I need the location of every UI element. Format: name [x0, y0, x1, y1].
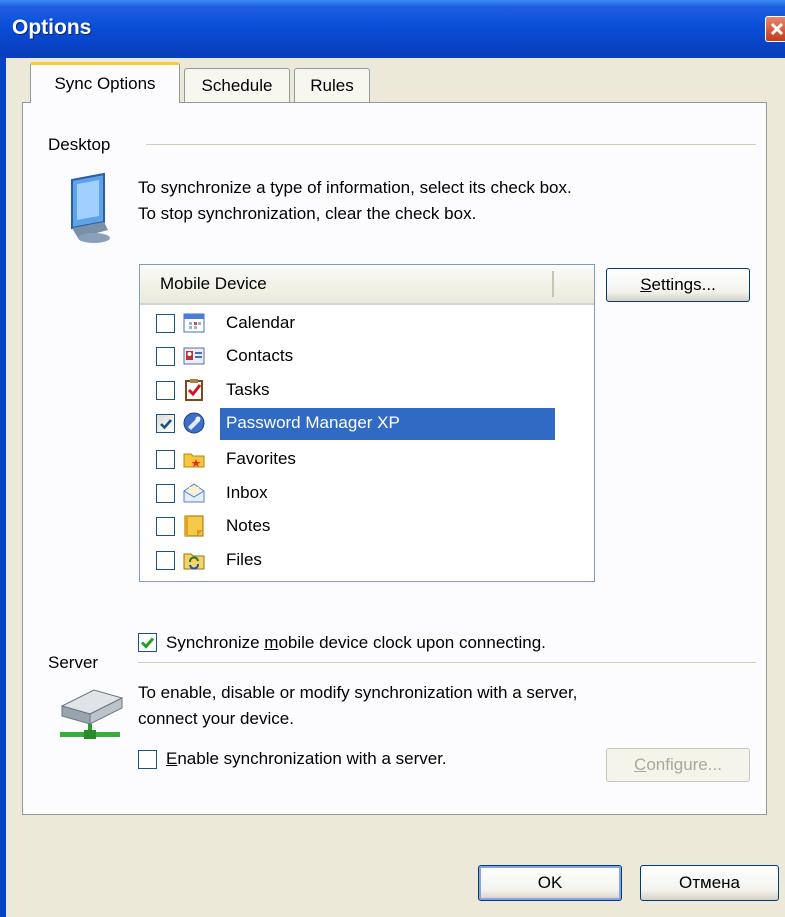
list-item-label: Files	[226, 550, 262, 569]
list-header-label: Mobile Device	[160, 274, 267, 293]
list-item-notes[interactable]: Notes	[156, 512, 576, 542]
label-accelerator: E	[166, 749, 178, 768]
network-server-icon	[54, 680, 126, 751]
password-manager-icon	[183, 412, 205, 434]
button-label-accelerator: S	[640, 275, 652, 294]
label-accelerator: m	[264, 633, 279, 652]
list-item-label: Password Manager XP	[226, 413, 400, 432]
header-separator	[552, 271, 554, 297]
list-item-label: Favorites	[226, 449, 296, 468]
list-item-label: Calendar	[226, 313, 295, 332]
button-label-post: ettings...	[651, 275, 716, 294]
list-header[interactable]: Mobile Device	[140, 265, 594, 305]
files-icon	[183, 549, 205, 571]
label-post: obile device clock upon connecting.	[278, 633, 546, 652]
panel-content: Desktop To synchronize a type of informa…	[0, 0, 785, 917]
settings-button[interactable]: Settings...	[606, 268, 750, 302]
desktop-instructions-line1: To synchronize a type of information, se…	[138, 178, 572, 197]
list-item-contacts[interactable]: Contacts	[156, 342, 576, 372]
server-instructions-line1: To enable, disable or modify synchroniza…	[138, 683, 578, 702]
list-item-label: Notes	[226, 516, 271, 535]
checkbox[interactable]	[156, 551, 175, 570]
server-instructions-line2: connect your device.	[138, 709, 294, 728]
ok-button[interactable]: OK	[478, 865, 622, 901]
calendar-icon	[183, 312, 205, 334]
list-item-tasks[interactable]: Tasks	[156, 376, 576, 406]
contacts-icon	[183, 345, 205, 367]
button-label: OK	[537, 873, 563, 892]
tasks-icon	[183, 379, 205, 401]
inbox-icon	[183, 482, 205, 504]
group-divider	[138, 662, 756, 663]
button-label: Отмена	[679, 873, 740, 892]
options-dialog: Options Sync Options Schedule Rules Desk…	[0, 0, 785, 917]
group-divider	[146, 144, 756, 145]
button-label-accelerator: C	[634, 755, 647, 774]
button-label-post: onfigure...	[646, 755, 722, 774]
favorites-icon	[183, 448, 205, 470]
clock-sync-label[interactable]: Synchronize mobile device clock upon con…	[166, 633, 546, 653]
cancel-button[interactable]: Отмена	[640, 865, 779, 901]
list-item-calendar[interactable]: Calendar	[156, 309, 576, 339]
checkbox[interactable]	[156, 381, 175, 400]
list-item-files[interactable]: Files	[156, 546, 576, 576]
clock-sync-checkbox[interactable]	[138, 633, 157, 652]
checkbox[interactable]	[156, 314, 175, 333]
enable-server-sync-label[interactable]: Enable synchronization with a server.	[166, 749, 447, 769]
desktop-computer-icon	[64, 172, 114, 249]
notes-icon	[183, 515, 205, 537]
label-post: nable synchronization with a server.	[177, 749, 447, 768]
server-group-label: Server	[48, 653, 99, 672]
desktop-group-label: Desktop	[48, 135, 111, 154]
checkbox-checked[interactable]	[156, 414, 175, 433]
label-pre: Synchronize	[166, 633, 265, 652]
list-item-label: Tasks	[226, 380, 270, 399]
configure-button[interactable]: Configure...	[606, 748, 750, 782]
desktop-instructions-line2: To stop synchronization, clear the check…	[138, 204, 477, 223]
enable-server-sync-checkbox[interactable]	[138, 750, 157, 769]
checkbox[interactable]	[156, 484, 175, 503]
list-item-inbox[interactable]: Inbox	[156, 479, 576, 509]
list-item-label: Contacts	[226, 346, 294, 365]
list-item-label: Inbox	[226, 483, 268, 502]
checkbox[interactable]	[156, 450, 175, 469]
list-item-favorites[interactable]: Favorites	[156, 445, 576, 475]
checkbox[interactable]	[156, 347, 175, 366]
checkbox[interactable]	[156, 517, 175, 536]
list-item-password-manager-xp[interactable]: Password Manager XP	[156, 409, 576, 439]
